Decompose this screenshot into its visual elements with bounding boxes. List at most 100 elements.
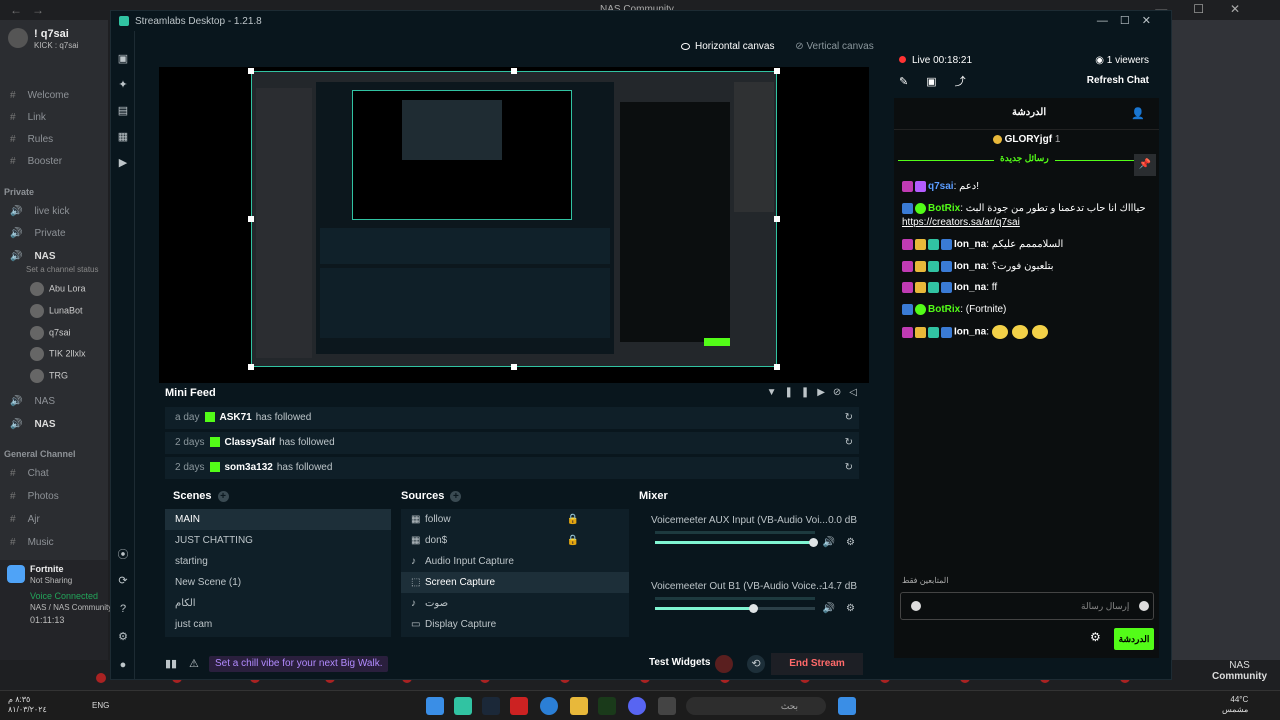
layout-icon[interactable]: ▦ xyxy=(117,131,129,143)
shield-icon[interactable] xyxy=(911,601,921,611)
nav-arrows[interactable]: ←→ xyxy=(10,3,54,17)
member-tik[interactable]: TIK 2llxlx xyxy=(30,347,86,361)
tip-banner[interactable]: Set a chill vibe for your next Big Walk. xyxy=(209,656,389,672)
category-general[interactable]: General Channel xyxy=(4,449,76,459)
warning-icon[interactable]: ⚠ xyxy=(189,657,199,670)
mini-feed-controls[interactable]: ▼❚❚▶⊘◁ xyxy=(767,387,865,398)
channel-link[interactable]: # Link xyxy=(10,112,46,123)
streamlabs-taskbar-icon[interactable] xyxy=(454,697,472,715)
chat-send-button[interactable]: الدردشة xyxy=(1114,628,1154,650)
channel-ajr[interactable]: # Ajr xyxy=(10,514,40,525)
gear-icon[interactable]: ⚙ xyxy=(846,537,855,548)
editor-icon[interactable]: ▣ xyxy=(117,53,129,65)
lock-icon: 🔒 xyxy=(566,535,579,546)
voice-nas[interactable]: 🔊 NAS xyxy=(10,251,56,262)
settings-icon[interactable]: ⚙ xyxy=(117,631,129,643)
channel-photos[interactable]: # Photos xyxy=(10,491,59,502)
source-item[interactable]: ▭ Display Capture xyxy=(401,614,629,635)
refresh-icon[interactable]: ⟳ xyxy=(117,575,129,587)
replay-buffer-button[interactable]: ⟲ xyxy=(747,655,765,673)
volume-slider[interactable] xyxy=(655,607,815,610)
kick-icon xyxy=(205,412,216,423)
voice-live-kick[interactable]: 🔊 live kick xyxy=(10,206,69,217)
voice-nas-3[interactable]: 🔊 NAS xyxy=(10,419,56,430)
app-icon-7[interactable] xyxy=(598,697,616,715)
channel-welcome[interactable]: # Welcome xyxy=(10,90,69,101)
app-icon-9[interactable] xyxy=(658,697,676,715)
profile-icon[interactable]: ● xyxy=(117,659,129,671)
chat-message: q7sai: دعم! xyxy=(902,180,1152,193)
refresh-chat-button[interactable]: Refresh Chat xyxy=(1087,75,1149,86)
users-icon[interactable]: 👤 xyxy=(1131,107,1145,120)
window-controls[interactable]: —☐✕ xyxy=(1097,14,1163,27)
speaker-icon[interactable]: 🔊 xyxy=(823,537,835,548)
alert-box-icon[interactable]: ⦿ xyxy=(117,549,129,561)
member-abu-lora[interactable]: Abu Lora xyxy=(30,282,86,296)
tab-vertical-canvas[interactable]: ⊘ Vertical canvas xyxy=(795,41,873,52)
chat-tools[interactable]: ✎▣⤴ xyxy=(899,73,984,89)
start-icon[interactable] xyxy=(838,697,856,715)
weather-widget[interactable]: 44°C مشمس xyxy=(1222,695,1248,715)
discord-icon[interactable] xyxy=(628,697,646,715)
source-item[interactable]: ♪ Audio Input Capture xyxy=(401,551,629,572)
chat-settings-icon[interactable]: ⚙ xyxy=(1090,630,1101,644)
volume-slider[interactable] xyxy=(655,541,815,544)
add-scene-button[interactable]: + xyxy=(217,490,229,502)
scene-item[interactable]: الكام xyxy=(165,593,391,614)
language-indicator[interactable]: ENG xyxy=(92,701,109,710)
search-box[interactable]: بحث xyxy=(686,697,826,715)
member-q7sai[interactable]: q7sai xyxy=(30,326,71,340)
gear-icon[interactable]: ⚙ xyxy=(846,603,855,614)
scene-item[interactable]: just cam xyxy=(165,614,391,635)
chat-tab-title[interactable]: الدردشة xyxy=(1012,107,1046,118)
scene-item[interactable]: New Scene (1) xyxy=(165,572,391,593)
folder-icon[interactable] xyxy=(570,697,588,715)
scene-item[interactable]: MAIN xyxy=(165,509,391,530)
source-item[interactable]: ▦ follow 🔒 xyxy=(401,509,629,530)
app-icon-4[interactable] xyxy=(510,697,528,715)
volume-knob[interactable] xyxy=(749,604,758,613)
test-widgets-button[interactable]: Test Widgets xyxy=(649,657,710,668)
stats-icon[interactable]: ▮▮ xyxy=(165,657,177,670)
edge-icon[interactable] xyxy=(540,697,558,715)
volume-knob[interactable] xyxy=(809,538,818,547)
set-status-hint[interactable]: Set a channel status xyxy=(26,265,99,274)
source-item[interactable]: ⬚ Screen Capture xyxy=(401,572,629,593)
category-private[interactable]: Private xyxy=(4,187,34,197)
replay-icon[interactable]: ↻ xyxy=(845,407,853,429)
store-icon[interactable]: ▤ xyxy=(117,105,129,117)
tab-horizontal-canvas[interactable]: Horizontal canvas xyxy=(681,41,774,52)
source-item[interactable]: ♪ صوت xyxy=(401,593,629,614)
app-icon-1[interactable] xyxy=(426,697,444,715)
stream-preview[interactable] xyxy=(251,71,777,367)
help-icon[interactable]: ? xyxy=(117,603,129,615)
emoji-icon[interactable] xyxy=(1139,601,1149,611)
steam-icon[interactable] xyxy=(482,697,500,715)
channel-chat[interactable]: # Chat xyxy=(10,468,49,479)
add-source-button[interactable]: + xyxy=(450,490,462,502)
play-icon[interactable]: ▶ xyxy=(117,157,129,169)
voice-nas-2[interactable]: 🔊 NAS xyxy=(10,396,55,407)
replay-icon[interactable]: ↻ xyxy=(845,457,853,479)
speaker-icon[interactable]: 🔊 xyxy=(823,603,835,614)
voice-private[interactable]: 🔊 Private xyxy=(10,228,66,239)
source-item[interactable]: ▦ don$ 🔒 xyxy=(401,530,629,551)
member-trg[interactable]: TRG xyxy=(30,369,68,383)
channel-booster[interactable]: # Booster xyxy=(10,156,62,167)
channel-music[interactable]: # Music xyxy=(10,537,54,548)
scene-item[interactable]: JUST CHATTING xyxy=(165,530,391,551)
mixer-channel-1: Voicemeeter AUX Input (VB-Audio Voi... 0… xyxy=(651,515,857,548)
pin-icon[interactable]: 📌 xyxy=(1134,154,1156,176)
discord-user-header[interactable]: ! q7sai KICK : q7sai xyxy=(8,28,78,50)
end-stream-button[interactable]: End Stream xyxy=(771,653,863,675)
record-button[interactable] xyxy=(715,655,733,673)
live-dot-icon xyxy=(899,56,906,63)
scene-item[interactable]: starting xyxy=(165,551,391,572)
member-lunabot[interactable]: LunaBot xyxy=(30,304,83,318)
chat-input[interactable]: إرسال رسالة xyxy=(900,592,1154,620)
replay-icon[interactable]: ↻ xyxy=(845,432,853,454)
sources-header: Sources + xyxy=(401,490,462,502)
channel-rules[interactable]: # Rules xyxy=(10,134,53,145)
themes-icon[interactable]: ✦ xyxy=(117,79,129,91)
clock[interactable]: ٨:٣٥ م ٨١/٠٣/٢٠٢٤ xyxy=(8,695,47,715)
